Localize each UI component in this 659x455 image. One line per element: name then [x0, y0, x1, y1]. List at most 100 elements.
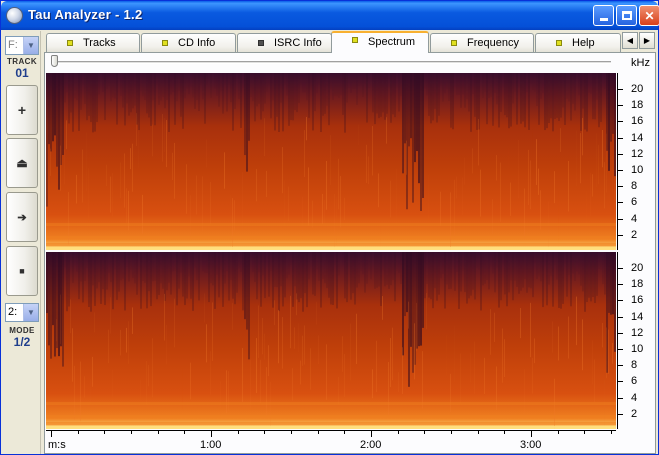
maximize-button[interactable]: [616, 5, 637, 26]
play-button[interactable]: ➔: [6, 192, 38, 242]
spectrum-panel: kHz 20 18 16 14 12 10 8 6 4 2 20 18 16 14 12 10 8 6 4 2 m:…: [44, 52, 656, 454]
spectrogram-image: [46, 73, 616, 250]
frequency-tick-label: 10: [631, 343, 644, 355]
frequency-tick-label: 10: [631, 164, 644, 176]
time-tick: [211, 431, 212, 437]
frequency-axis-channel-2: 20 18 16 14 12 10 8 6 4 2: [617, 252, 657, 429]
close-icon: ✕: [644, 8, 655, 23]
tab-frequency[interactable]: Frequency: [430, 33, 534, 52]
title-bar[interactable]: Tau Analyzer - 1.2 ✕: [1, 1, 659, 30]
time-tick-label: 2:00: [360, 439, 382, 451]
frequency-tick: [618, 170, 623, 171]
time-tick: [264, 431, 266, 434]
minimize-button[interactable]: [593, 5, 614, 26]
tab-tracks[interactable]: Tracks: [46, 33, 140, 52]
tab-label: Tracks: [83, 37, 116, 49]
frequency-tick-label: 8: [631, 359, 638, 372]
time-tick: [344, 431, 346, 434]
mode-select[interactable]: 2: ▼: [5, 303, 39, 322]
time-tick: [131, 431, 132, 434]
time-tick: [477, 431, 479, 434]
spectrogram-channel-1: [46, 73, 616, 250]
frequency-tick: [618, 316, 623, 318]
frequency-axis-channel-1: 20 18 16 14 12 10 8 6 4 2: [617, 73, 657, 250]
spectrogram-image: [46, 252, 616, 429]
frequency-tick: [618, 153, 623, 155]
minimize-icon: [599, 18, 608, 21]
time-tick: [371, 431, 372, 437]
position-slider-thumb[interactable]: [51, 55, 58, 67]
tab-indicator-icon: [352, 37, 358, 43]
tab-label: ISRC Info: [274, 37, 322, 49]
time-tick: [397, 431, 399, 434]
frequency-tick-label: 18: [631, 99, 644, 112]
position-slider[interactable]: [53, 61, 611, 64]
time-tick-label: 3:00: [520, 439, 542, 451]
tab-indicator-icon: [67, 40, 73, 46]
mode-value: 1/2: [13, 335, 31, 349]
frequency-tick: [618, 186, 623, 188]
tab-label: Spectrum: [368, 36, 416, 48]
time-tick: [157, 431, 159, 434]
eject-icon: ⏏: [16, 156, 28, 170]
frequency-tick-label: 4: [631, 391, 638, 404]
time-tick: [77, 431, 79, 434]
maximize-icon: [621, 11, 632, 20]
frequency-tick: [618, 268, 623, 269]
add-button[interactable]: +: [6, 85, 38, 135]
frequency-tick-label: 14: [631, 310, 644, 323]
time-tick-label: 1:00: [200, 439, 222, 451]
time-axis: m:s 1:00 2:00 3:00: [46, 430, 616, 452]
stop-button[interactable]: ■: [6, 246, 38, 296]
frequency-tick-label: 16: [631, 294, 644, 307]
time-tick: [557, 431, 559, 434]
frequency-tick: [618, 234, 623, 236]
drive-select[interactable]: F: ▼: [5, 36, 39, 55]
chevron-down-icon[interactable]: ▼: [23, 304, 38, 321]
tab-help[interactable]: Help: [535, 33, 621, 52]
eject-button[interactable]: ⏏: [6, 138, 38, 188]
tab-cd-info[interactable]: CD Info: [141, 33, 236, 52]
tab-scroll-right-button[interactable]: ▶: [639, 32, 655, 49]
tab-indicator-icon: [556, 40, 562, 46]
frequency-tick: [618, 365, 623, 367]
frequency-tick-label: 14: [631, 131, 644, 144]
frequency-tick-label: 16: [631, 115, 644, 128]
mode-label: MODE: [9, 326, 35, 335]
frequency-tick: [618, 413, 623, 415]
left-control-panel: F: ▼ TRACK 01 + ⏏ ➔ ■ 2: ▼ MODE 1/2: [3, 31, 41, 454]
tab-indicator-icon: [258, 40, 264, 46]
track-number: 01: [15, 66, 29, 80]
chevron-down-icon[interactable]: ▼: [23, 37, 38, 54]
frequency-tick-label: 18: [631, 278, 644, 291]
frequency-tick: [618, 121, 623, 123]
close-button[interactable]: ✕: [639, 5, 659, 26]
tab-label: Frequency: [467, 37, 519, 49]
chevron-right-icon: ▶: [643, 36, 651, 45]
frequency-tick-label: 6: [631, 375, 638, 388]
frequency-tick-label: 6: [631, 196, 638, 209]
frequency-tick: [618, 397, 623, 399]
frequency-tick: [618, 284, 623, 286]
tab-isrc-info[interactable]: ISRC Info: [237, 33, 332, 52]
tab-scroll-left-button[interactable]: ◀: [622, 32, 638, 49]
frequency-tick: [618, 332, 623, 334]
time-tick: [104, 431, 106, 434]
arrow-right-icon: ➔: [17, 211, 27, 224]
time-tick: [584, 431, 586, 434]
tab-spectrum[interactable]: Spectrum: [331, 31, 429, 53]
frequency-tick-label: 4: [631, 212, 638, 225]
tab-label: CD Info: [178, 37, 216, 49]
time-tick: [184, 431, 186, 434]
track-label: TRACK: [7, 57, 37, 66]
frequency-tick-label: 8: [631, 180, 638, 193]
time-axis-label: m:s: [48, 439, 66, 451]
frequency-tick: [618, 137, 623, 139]
app-icon[interactable]: [6, 7, 23, 24]
frequency-tick-label: 20: [631, 83, 644, 95]
plus-icon: +: [17, 102, 27, 118]
frequency-tick: [618, 381, 623, 383]
time-tick: [237, 431, 239, 434]
mode-select-value: 2:: [8, 306, 18, 318]
stop-icon: ■: [19, 266, 25, 276]
